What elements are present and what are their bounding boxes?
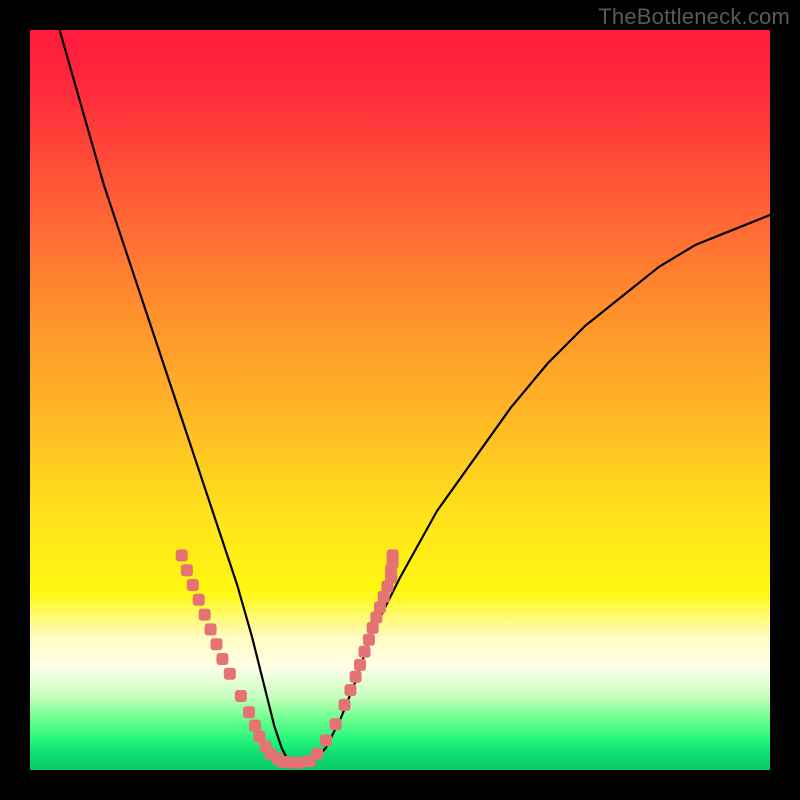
watermark-text: TheBottleneck.com: [598, 4, 790, 30]
highlight-dot: [330, 718, 342, 730]
bottleneck-curve: [60, 30, 770, 763]
highlight-dot: [311, 748, 323, 760]
curve-highlight-dots: [176, 549, 399, 768]
highlight-dot: [181, 564, 193, 576]
highlight-dot: [187, 579, 199, 591]
highlight-dot: [367, 622, 379, 634]
highlight-dot: [370, 612, 382, 624]
highlight-dot: [378, 591, 390, 603]
highlight-dot: [176, 549, 188, 561]
highlight-dot: [293, 757, 305, 769]
highlight-dot: [216, 653, 228, 665]
highlight-dot: [243, 706, 255, 718]
highlight-dot: [387, 549, 399, 561]
highlight-dot: [320, 734, 332, 746]
highlight-dot: [354, 659, 366, 671]
curve-plot: [30, 30, 770, 770]
highlight-dot: [344, 684, 356, 696]
highlight-dot: [210, 638, 222, 650]
highlight-dot: [235, 690, 247, 702]
highlight-dot: [224, 668, 236, 680]
highlight-dot: [339, 699, 351, 711]
highlight-dot: [193, 594, 205, 606]
highlight-dot: [205, 623, 217, 635]
highlight-dot: [249, 720, 261, 732]
highlight-dot: [199, 609, 211, 621]
highlight-dot: [363, 634, 375, 646]
highlight-dot: [350, 671, 362, 683]
highlight-dot: [374, 601, 386, 613]
highlight-dot: [358, 646, 370, 658]
